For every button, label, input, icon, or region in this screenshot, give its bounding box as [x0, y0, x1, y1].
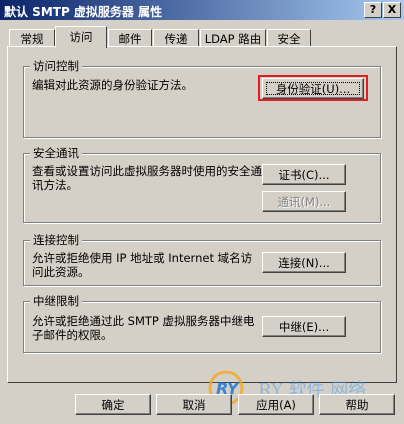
tab-general[interactable]: 常规 — [9, 29, 55, 47]
certificate-button[interactable]: 证书(C)... — [262, 164, 346, 185]
ok-button[interactable]: 确定 — [75, 394, 151, 415]
help-title-button[interactable]: ? — [364, 2, 382, 18]
help-button[interactable]: 帮助 — [319, 394, 395, 415]
secure-comm-title: 安全通讯 — [30, 145, 82, 161]
relay-title: 中继限制 — [30, 293, 82, 309]
connection-control-desc: 允许或拒绝使用 IP 地址或 Internet 域名访问此资源。 — [32, 251, 253, 279]
cancel-button[interactable]: 取消 — [156, 394, 232, 415]
connection-control-title: 连接控制 — [30, 232, 82, 248]
tab-access[interactable]: 访问 — [55, 26, 107, 48]
title-bar: 默认 SMTP 虚拟服务器 属性 ? X — [0, 0, 404, 20]
relay-button[interactable]: 中继(E)... — [262, 316, 346, 337]
highlight-box — [258, 75, 368, 101]
window-title: 默认 SMTP 虚拟服务器 属性 — [4, 5, 163, 19]
relay-desc: 允许或拒绝通过此 SMTP 虚拟服务器中继电子邮件的权限。 — [32, 314, 255, 342]
communication-button[interactable]: 通讯(M)... — [262, 191, 346, 212]
connection-button[interactable]: 连接(N)... — [262, 252, 346, 273]
secure-comm-desc: 查看或设置访问此虚拟服务器时使用的安全通讯方法。 — [32, 164, 262, 192]
close-icon[interactable]: X — [383, 2, 401, 18]
apply-button[interactable]: 应用(A) — [238, 394, 314, 415]
tab-delivery[interactable]: 传递 — [153, 29, 199, 47]
access-control-title: 访问控制 — [30, 58, 82, 74]
access-control-desc: 编辑对此资源的身份验证方法。 — [32, 78, 193, 92]
tab-messages[interactable]: 邮件 — [108, 29, 152, 47]
tab-security[interactable]: 安全 — [267, 29, 311, 47]
tab-ldap-routing[interactable]: LDAP 路由 — [200, 29, 266, 47]
